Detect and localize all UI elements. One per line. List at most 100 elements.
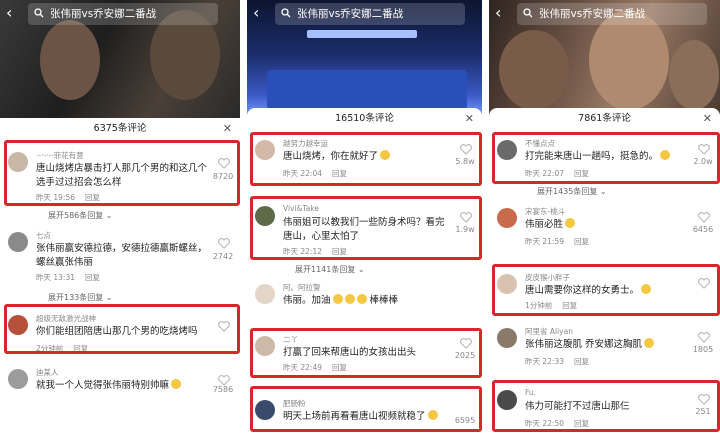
expand-replies[interactable]: 展开586条回复 ⌄ — [48, 210, 113, 221]
heart-icon[interactable] — [698, 278, 710, 289]
comment-meta: 昨天 22:50 回复 — [525, 418, 599, 429]
reply-button[interactable]: 回复 — [332, 247, 347, 256]
avatar[interactable] — [255, 336, 275, 356]
like-count: 1805 — [692, 345, 714, 354]
avatar[interactable] — [255, 284, 275, 304]
avatar[interactable] — [497, 274, 517, 294]
username[interactable]: ·-·-·-·菲花有意 — [36, 150, 84, 161]
heart-icon[interactable] — [218, 238, 230, 249]
close-icon[interactable]: ✕ — [223, 118, 232, 140]
comment-meta: 昨天 22:07 回复 — [525, 168, 599, 179]
username[interactable]: 超级无敌激光战神 — [36, 313, 96, 324]
timestamp: 昨天 22:07 — [525, 169, 564, 178]
panel-right: ‹ 张伟丽vs乔安娜二番战 7861条评论 ✕ 不懂点点 打完能来唐山一趟吗，挺… — [489, 0, 720, 436]
reply-button[interactable]: 回复 — [332, 363, 347, 372]
smile-emoji-icon — [380, 150, 391, 160]
heart-icon[interactable] — [460, 338, 472, 349]
comment-count: 7861条评论 — [578, 113, 631, 124]
thumbs-up-icon — [356, 294, 367, 304]
search-query: 张伟丽vs乔安娜二番战 — [50, 8, 157, 20]
heart-icon[interactable] — [698, 212, 710, 223]
avatar[interactable] — [497, 328, 517, 348]
avatar[interactable] — [8, 152, 28, 172]
timestamp: 昨天 22:49 — [283, 363, 322, 372]
avatar[interactable] — [8, 315, 28, 335]
heart-icon[interactable] — [460, 144, 472, 155]
username[interactable]: 阿。阿拉警 — [283, 282, 321, 293]
heart-icon[interactable] — [218, 158, 230, 169]
arena-lights — [307, 30, 417, 38]
smile-emoji-icon — [644, 338, 655, 348]
search-query: 张伟丽vs乔安娜二番战 — [297, 8, 404, 20]
reply-button[interactable]: 回复 — [332, 169, 347, 178]
heart-icon[interactable] — [698, 394, 710, 405]
avatar[interactable] — [8, 369, 28, 389]
comment-text: 张伟丽这腹肌 乔安娜这胸肌 — [525, 338, 688, 352]
username[interactable]: Vivi&Take — [283, 204, 319, 213]
reply-button[interactable]: 回复 — [73, 344, 88, 353]
reply-button[interactable]: 回复 — [562, 301, 577, 310]
close-icon[interactable]: ✕ — [703, 108, 712, 130]
comment-text: 唐山需要你这样的女勇士。 — [525, 284, 688, 298]
search-icon — [281, 8, 291, 18]
comment-meta: 昨天 22:33 回复 — [525, 356, 599, 367]
back-icon[interactable]: ‹ — [495, 4, 511, 22]
avatar[interactable] — [255, 206, 275, 226]
username[interactable]: 不懂点点 — [525, 138, 555, 149]
comment-meta: 昨天 22:12 回复 — [283, 246, 357, 257]
username[interactable]: Fu. — [525, 388, 536, 397]
comment-text: 打完能来唐山一趟吗，挺急的。 — [525, 150, 688, 164]
username[interactable]: 皮皮猴小胖子 — [525, 272, 570, 283]
username[interactable]: 二丫 — [283, 334, 298, 345]
comment-meta: 昨天 22:04 回复 — [283, 168, 357, 179]
username[interactable]: 阿里省 Aliyan — [525, 326, 573, 337]
comment-meta: 昨天 13:31 回复 — [36, 272, 110, 283]
avatar[interactable] — [255, 400, 275, 420]
reply-button[interactable]: 回复 — [574, 357, 589, 366]
avatar[interactable] — [497, 140, 517, 160]
expand-replies[interactable]: 展开133条回复 ⌄ — [48, 292, 113, 303]
list-item: 宋宴东-桃斗 伟丽必胜 昨天 21:59 回复 6456 — [495, 206, 716, 248]
list-item: 超级无敌激光战神 你们能组团陪唐山那几个男的吃烧烤吗 2分钟前 回复 — [6, 313, 236, 355]
expand-replies[interactable]: 展开1435条回复 ⌄ — [537, 186, 607, 197]
avatar[interactable] — [8, 232, 28, 252]
heart-icon[interactable] — [460, 212, 472, 223]
avatar[interactable] — [255, 140, 275, 160]
username[interactable]: 迪某人 — [36, 367, 59, 378]
heart-icon[interactable] — [218, 321, 230, 332]
back-icon[interactable]: ‹ — [6, 4, 22, 22]
search-input[interactable]: 张伟丽vs乔安娜二番战 — [28, 3, 218, 25]
expand-replies[interactable]: 展开1141条回复 ⌄ — [295, 264, 365, 275]
heart-icon[interactable] — [698, 332, 710, 343]
reply-button[interactable]: 回复 — [85, 273, 100, 282]
list-item: 迪某人 就我一个人觉得张伟丽特别帅嘛 7586 — [6, 367, 236, 407]
figure-head — [499, 30, 569, 110]
list-item: Vivi&Take 伟丽姐可以教我们一些防身术吗？看完唐山，心里太怕了 昨天 2… — [253, 204, 478, 264]
avatar[interactable] — [497, 208, 517, 228]
comment-count-header: 6375条评论 ✕ — [0, 118, 240, 140]
close-icon[interactable]: ✕ — [465, 108, 474, 130]
like-count: 2742 — [212, 252, 234, 261]
back-icon[interactable]: ‹ — [253, 4, 269, 22]
search-input[interactable]: 张伟丽vs乔安娜二番战 — [517, 3, 707, 25]
search-input[interactable]: 张伟丽vs乔安娜二番战 — [275, 3, 465, 25]
username[interactable]: 肥肠粉 — [283, 398, 306, 409]
comment-count-header: 7861条评论 ✕ — [489, 108, 720, 130]
search-query: 张伟丽vs乔安娜二番战 — [539, 8, 646, 20]
reply-button[interactable]: 回复 — [574, 169, 589, 178]
avatar[interactable] — [497, 390, 517, 410]
username[interactable]: 宋宴东-桃斗 — [525, 206, 565, 217]
username[interactable]: 越努力越幸运 — [283, 138, 328, 149]
comment-count: 16510条评论 — [335, 113, 394, 124]
reply-button[interactable]: 回复 — [574, 419, 589, 428]
list-item: ·-·-·-·菲花有意 唐山烧烤店暴击打人那几个男的和这几个选手过过招会怎么样 … — [6, 150, 236, 202]
list-item: 肥肠粉 明天上场前再看看唐山视频就稳了 6595 — [253, 398, 478, 428]
like-count: 1.9w — [455, 225, 475, 234]
reply-button[interactable]: 回复 — [574, 237, 589, 246]
pray-emoji-icon — [641, 284, 652, 294]
reply-button[interactable]: 回复 — [85, 193, 100, 202]
username[interactable]: 七点 — [36, 230, 51, 241]
comment-text: 张伟丽赢安德拉德，安德拉德赢斯螺丝，螺丝赢张伟丽 — [36, 243, 208, 268]
list-item: Fu. 伟力可能打不过唐山那仨 昨天 22:50 回复 251 — [495, 388, 716, 430]
heart-icon[interactable] — [698, 144, 710, 155]
